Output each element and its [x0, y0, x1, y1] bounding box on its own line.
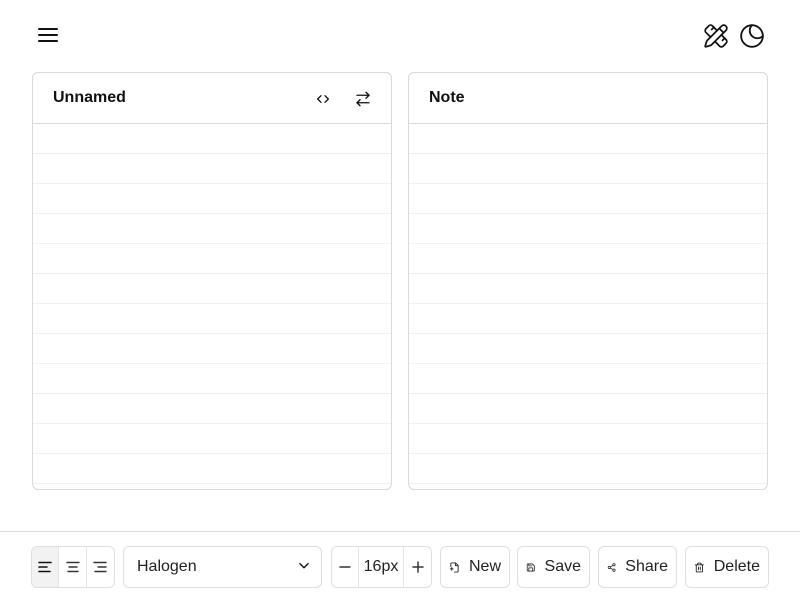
- editor-panel: Unnamed: [32, 72, 392, 490]
- align-right-button[interactable]: [87, 547, 114, 587]
- editor-panel-title: Unnamed: [53, 89, 126, 106]
- share-button-label: Share: [625, 558, 668, 575]
- swap-button[interactable]: [349, 85, 377, 113]
- share-button[interactable]: Share: [598, 546, 677, 588]
- font-select-value: Halogen: [137, 558, 197, 575]
- ruled-line: [409, 423, 767, 424]
- minus-icon: [339, 566, 351, 568]
- text-align-group: [31, 546, 115, 588]
- code-icon: [317, 95, 329, 103]
- design-button[interactable]: [701, 21, 731, 51]
- chevron-down-icon: [299, 562, 309, 569]
- align-center-icon: [65, 561, 80, 573]
- align-center-button[interactable]: [59, 547, 87, 587]
- align-left-button[interactable]: [32, 547, 60, 587]
- ruled-line: [409, 303, 767, 304]
- theme-toggle-button[interactable]: [737, 21, 767, 51]
- note-text-area[interactable]: [409, 124, 767, 489]
- moon-circle-icon: [740, 24, 764, 48]
- ruled-line: [33, 333, 391, 334]
- new-button[interactable]: New: [440, 546, 510, 588]
- new-button-label: New: [468, 558, 501, 575]
- ruled-line: [409, 333, 767, 334]
- ruled-line: [409, 273, 767, 274]
- ruled-line: [33, 453, 391, 454]
- ruled-line: [33, 273, 391, 274]
- bottom-toolbar: Halogen 16px New Save Share Delete: [0, 531, 800, 600]
- note-panel: Note: [408, 72, 768, 490]
- ruled-line: [409, 453, 767, 454]
- decrease-font-size-button[interactable]: [332, 547, 359, 587]
- plus-icon: [411, 561, 424, 573]
- ruled-line: [409, 243, 767, 244]
- top-bar: [0, 0, 800, 70]
- swap-icon: [356, 91, 370, 107]
- hamburger-menu-icon: [38, 28, 58, 42]
- editor-panel-header: Unnamed: [33, 73, 391, 124]
- ruled-line: [33, 303, 391, 304]
- ruled-line: [33, 243, 391, 244]
- share-icon: [607, 562, 616, 572]
- ruled-line: [409, 393, 767, 394]
- ruled-line: [33, 423, 391, 424]
- align-left-icon: [38, 561, 52, 573]
- font-size-stepper: 16px: [331, 546, 432, 588]
- pencil-ruler-icon: [704, 24, 728, 48]
- ruled-line: [33, 213, 391, 214]
- editor-text-area[interactable]: [33, 124, 391, 489]
- menu-button[interactable]: [33, 20, 63, 50]
- increase-font-size-button[interactable]: [404, 547, 431, 587]
- code-view-button[interactable]: [309, 85, 337, 113]
- font-select[interactable]: Halogen: [123, 546, 322, 588]
- save-button-label: Save: [544, 558, 581, 575]
- ruled-line: [33, 393, 391, 394]
- delete-button[interactable]: Delete: [685, 546, 769, 588]
- ruled-line: [33, 363, 391, 364]
- font-size-value[interactable]: 16px: [359, 547, 404, 587]
- ruled-line: [409, 483, 767, 484]
- ruled-line: [409, 153, 767, 154]
- file-plus-icon: [449, 561, 459, 573]
- save-icon: [526, 563, 535, 571]
- ruled-line: [33, 153, 391, 154]
- save-button[interactable]: Save: [517, 546, 590, 588]
- note-panel-header: Note: [409, 73, 767, 124]
- ruled-line: [409, 363, 767, 364]
- ruled-line: [33, 483, 391, 484]
- note-panel-title: Note: [429, 89, 465, 106]
- ruled-line: [409, 213, 767, 214]
- ruled-line: [33, 183, 391, 184]
- trash-icon: [694, 562, 704, 572]
- delete-button-label: Delete: [713, 558, 760, 575]
- ruled-line: [409, 183, 767, 184]
- align-right-icon: [93, 561, 108, 573]
